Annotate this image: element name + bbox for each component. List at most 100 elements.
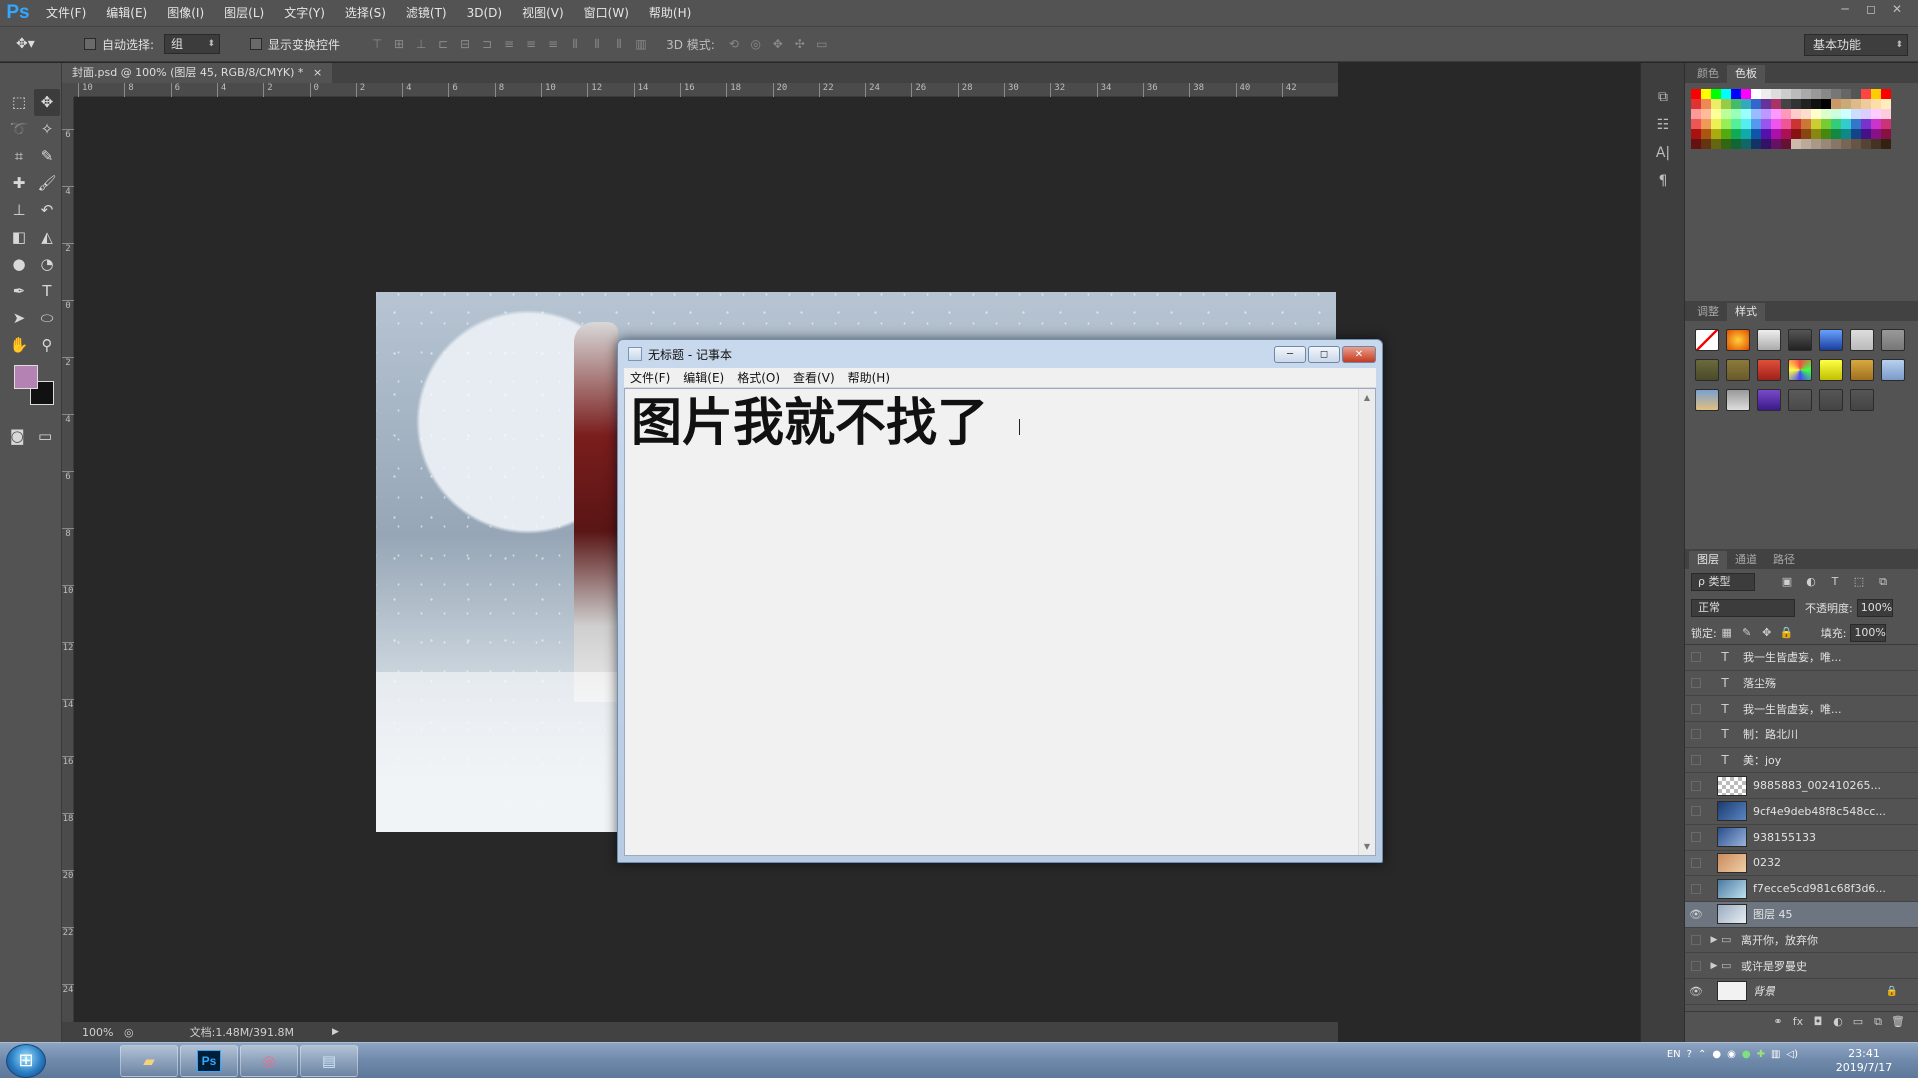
color-swatch[interactable] [1801,119,1811,129]
hand-tool-icon[interactable]: ✋ [6,332,32,359]
color-swatch[interactable] [1801,89,1811,99]
notepad-menu-format[interactable]: 格式(O) [731,369,787,386]
color-swatch[interactable] [1761,89,1771,99]
type-tool-icon[interactable]: T [34,278,60,305]
layer-visibility-toggle[interactable] [1691,678,1701,689]
color-swatch[interactable] [1771,99,1781,109]
zoom-tool-icon[interactable]: ⚲ [34,332,60,359]
color-swatch[interactable] [1751,109,1761,119]
color-swatch[interactable] [1691,139,1701,149]
color-swatch[interactable] [1731,99,1741,109]
style-thumbnail[interactable] [1819,329,1843,351]
color-swatch[interactable] [1811,99,1821,109]
styles-grid[interactable] [1685,321,1918,411]
layer-row[interactable]: f7ecce5cd981c68f3d6... [1685,876,1918,902]
color-swatch[interactable] [1701,99,1711,109]
color-swatch[interactable] [1851,89,1861,99]
color-swatch[interactable] [1801,99,1811,109]
filter-shape-icon[interactable]: ⬚ [1847,575,1871,589]
align-right-icon[interactable]: ⊐ [476,36,498,52]
blur-tool-icon[interactable]: ● [6,251,32,278]
notepad-menu-view[interactable]: 查看(V) [787,369,842,386]
lock-transparent-icon[interactable]: ▦ [1717,626,1737,639]
color-swatch[interactable] [1791,89,1801,99]
color-swatch[interactable] [1701,119,1711,129]
color-swatch[interactable] [1851,129,1861,139]
scroll-down-icon[interactable]: ▼ [1359,838,1375,855]
lock-all-icon[interactable]: 🔒 [1777,626,1797,639]
color-swatch[interactable] [1761,99,1771,109]
blend-mode-dropdown[interactable]: 正常 [1691,599,1795,617]
color-swatch[interactable] [1771,119,1781,129]
lock-position-icon[interactable]: ✥ [1757,626,1777,639]
filter-adjustment-icon[interactable]: ◐ [1799,575,1823,589]
layer-row[interactable]: ▶ ▭ 或许是罗曼史 [1685,953,1918,979]
crop-tool-icon[interactable]: ⌗ [6,143,32,170]
network-icon[interactable]: ▥ [1771,1049,1780,1060]
paint-bucket-tool-icon[interactable]: ◭ [34,224,60,251]
color-swatch[interactable] [1871,139,1881,149]
style-thumbnail[interactable] [1788,389,1812,411]
fill-field[interactable]: 100% [1850,623,1887,642]
menu-edit[interactable]: 编辑(E) [96,0,157,26]
brush-tool-icon[interactable]: 🖌 [34,170,60,197]
color-swatch[interactable] [1861,139,1871,149]
layer-row[interactable]: ▶ ▭ 离开你，放弃你 [1685,928,1918,954]
style-thumbnail[interactable] [1757,359,1781,381]
color-swatch[interactable] [1711,119,1721,129]
scroll-up-icon[interactable]: ▲ [1359,389,1375,406]
tray-green-icon[interactable]: ● [1742,1049,1751,1060]
style-thumbnail[interactable] [1695,359,1719,381]
add-mask-icon[interactable]: ◘ [1808,1015,1828,1028]
properties-panel-icon[interactable]: ☷ [1641,111,1685,139]
color-swatch[interactable] [1881,119,1891,129]
lasso-tool-icon[interactable]: ➰ [6,116,32,143]
document-tab[interactable]: 封面.psd @ 100% (图层 45, RGB/8/CMYK) * × [62,63,333,83]
color-swatch[interactable] [1821,89,1831,99]
color-swatch[interactable] [1751,119,1761,129]
color-swatch[interactable] [1831,139,1841,149]
color-swatch[interactable] [1821,99,1831,109]
layer-row[interactable]: 0232 [1685,851,1918,877]
color-swatch[interactable] [1851,109,1861,119]
layer-visibility-toggle[interactable] [1691,883,1701,894]
tab-adjustments[interactable]: 调整 [1689,303,1727,321]
volume-icon[interactable]: ◁) [1786,1049,1798,1060]
align-bottom-icon[interactable]: ⊥ [410,36,432,52]
move-tool-icon[interactable]: ✥ [34,89,60,116]
link-layers-icon[interactable]: ⚭ [1768,1015,1788,1028]
tab-layers[interactable]: 图层 [1689,551,1727,569]
color-swatch[interactable] [1711,129,1721,139]
path-selection-tool-icon[interactable]: ➤ [6,305,32,332]
tray-expand-icon[interactable]: ⌃ [1698,1049,1706,1060]
notepad-titlebar[interactable]: 无标题 - 记事本 [618,340,1382,368]
color-swatch[interactable] [1871,89,1881,99]
color-swatch[interactable] [1771,129,1781,139]
color-swatch[interactable] [1881,109,1891,119]
layer-visibility-toggle[interactable] [1691,832,1701,843]
close-icon[interactable]: ✕ [1884,0,1910,20]
color-swatch[interactable] [1811,109,1821,119]
color-swatch[interactable] [1831,119,1841,129]
layer-row[interactable]: 👁 图层 45 [1685,901,1918,928]
layer-visibility-eye-icon[interactable]: 👁 [1685,908,1707,921]
color-swatch[interactable] [1731,139,1741,149]
color-swatch[interactable] [1801,109,1811,119]
qq-icon[interactable]: ◉ [1727,1049,1736,1060]
color-swatch[interactable] [1721,109,1731,119]
menu-3d[interactable]: 3D(D) [457,0,512,26]
style-thumbnail[interactable] [1850,329,1874,351]
color-swatch[interactable] [1771,109,1781,119]
notepad-maximize-icon[interactable]: ◻ [1308,346,1340,363]
style-thumbnail[interactable] [1695,329,1719,351]
style-thumbnail[interactable] [1726,359,1750,381]
layer-visibility-toggle[interactable] [1691,729,1701,740]
color-swatch[interactable] [1881,89,1891,99]
color-swatch[interactable] [1751,99,1761,109]
color-swatch[interactable] [1881,129,1891,139]
new-group-icon[interactable]: ▭ [1848,1015,1868,1028]
color-swatch[interactable] [1841,89,1851,99]
color-swatch[interactable] [1781,109,1791,119]
color-swatch[interactable] [1701,89,1711,99]
distribute-vcenter-icon[interactable]: ≡ [520,36,542,52]
